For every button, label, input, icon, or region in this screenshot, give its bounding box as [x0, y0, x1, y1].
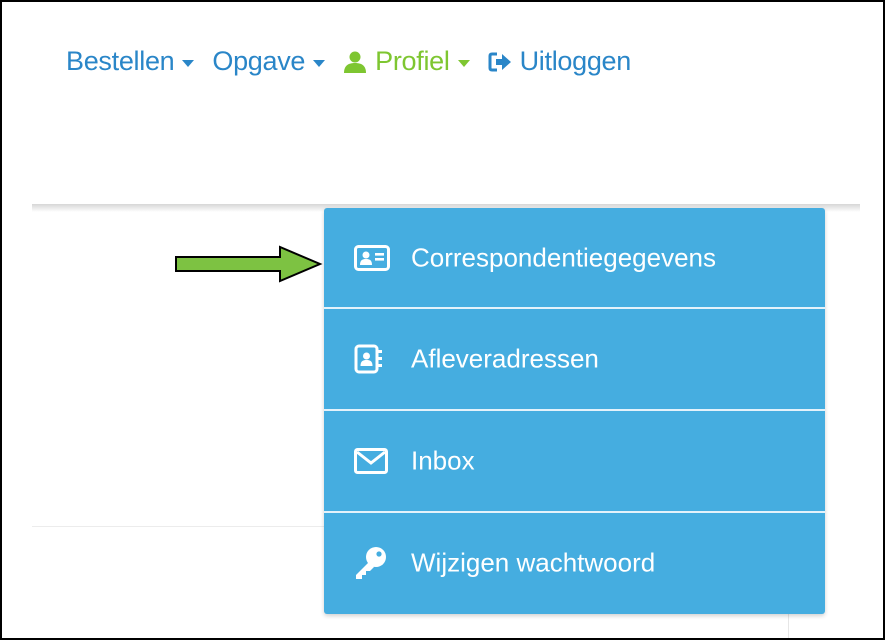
envelope-icon — [354, 448, 388, 474]
menu-item-label: Inbox — [411, 445, 475, 476]
page-divider — [32, 526, 332, 527]
screenshot-frame: Bestellen Opgave Profiel Uitloggen Corre… — [0, 0, 885, 640]
key-icon — [354, 546, 388, 580]
menu-item-label: Wijzigen wachtwoord — [411, 547, 656, 578]
callout-arrow-icon — [175, 245, 323, 283]
profiel-dropdown-menu: Correspondentiegegevens Afleveradressen — [324, 208, 825, 614]
nav-opgave-label: Opgave — [212, 46, 306, 76]
id-card-icon — [354, 245, 390, 271]
menu-item-correspondentiegegevens[interactable]: Correspondentiegegevens — [324, 208, 825, 308]
user-icon — [343, 50, 367, 74]
menu-item-label: Correspondentiegegevens — [411, 242, 716, 273]
nav-opgave[interactable]: Opgave — [212, 46, 326, 77]
nav-profiel[interactable]: Profiel — [343, 46, 470, 77]
menu-item-label: Afleveradressen — [411, 343, 599, 374]
nav-bestellen-label: Bestellen — [66, 46, 175, 76]
menu-item-inbox[interactable]: Inbox — [324, 411, 825, 511]
caret-down-icon — [457, 59, 470, 67]
menu-item-wijzigen-wachtwoord[interactable]: Wijzigen wachtwoord — [324, 513, 825, 613]
menu-item-afleveradressen[interactable]: Afleveradressen — [324, 309, 825, 409]
nav-uitloggen-label: Uitloggen — [519, 46, 632, 76]
nav-bestellen[interactable]: Bestellen — [66, 46, 195, 77]
page-divider-vertical — [788, 614, 789, 638]
address-book-icon — [354, 344, 384, 374]
top-nav: Bestellen Opgave Profiel Uitloggen — [66, 46, 649, 77]
nav-profiel-label: Profiel — [375, 46, 450, 76]
caret-down-icon — [182, 59, 195, 67]
sign-out-icon — [488, 51, 512, 73]
nav-uitloggen[interactable]: Uitloggen — [488, 46, 631, 77]
caret-down-icon — [313, 59, 326, 67]
